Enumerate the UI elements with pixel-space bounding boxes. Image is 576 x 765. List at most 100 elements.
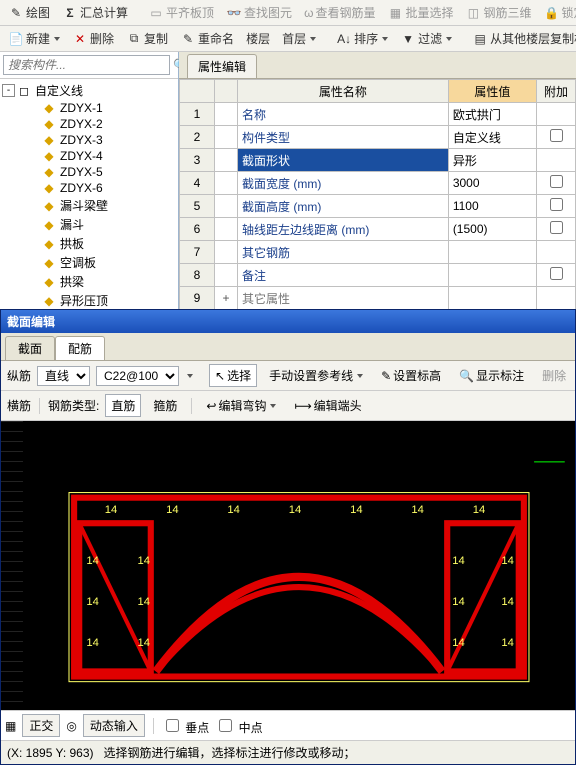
tree-item[interactable]: ◆空调板 (0, 253, 178, 272)
prop-value-cell[interactable]: 1100 (448, 195, 536, 218)
tree-item-label[interactable]: ZDYX-4 (58, 149, 105, 163)
tree-item[interactable]: ◆ZDYX-6 (0, 180, 178, 196)
editor-delete-button[interactable]: 删除 (536, 364, 572, 387)
perp-snap-toggle[interactable]: 垂点 (162, 716, 209, 736)
tree-item[interactable]: ◆拱梁 (0, 272, 178, 291)
rebar-spec-select[interactable]: C22@100 (96, 366, 179, 386)
tree-item[interactable]: ◆ZDYX-4 (0, 148, 178, 164)
prop-value-cell[interactable]: 自定义线 (448, 126, 536, 149)
extra-checkbox[interactable] (550, 221, 563, 234)
set-elevation-button[interactable]: ✎设置标高 (375, 364, 447, 387)
extra-checkbox[interactable] (550, 175, 563, 188)
expand-toggle[interactable]: + (215, 287, 238, 310)
straight-bar-button[interactable]: 直筋 (105, 394, 141, 417)
extra-checkbox[interactable] (550, 129, 563, 142)
select-tool-button[interactable]: ↖选择 (209, 364, 257, 387)
tree-item-label[interactable]: 拱梁 (58, 273, 86, 290)
floor-select[interactable]: 首层 (278, 28, 320, 49)
drawing-menu[interactable]: ✎绘图 (4, 2, 54, 23)
tree-item[interactable]: ◆ZDYX-5 (0, 164, 178, 180)
extra-checkbox[interactable] (550, 198, 563, 211)
tree-item-label[interactable]: ZDYX-2 (58, 117, 105, 131)
edit-hook-button[interactable]: ↩编辑弯钩 (200, 394, 282, 417)
copy-from-floor-button[interactable]: ▤从其他楼层复制构 (468, 28, 576, 49)
tree-item[interactable]: ◆ZDYX-3 (0, 132, 178, 148)
show-annotation-button[interactable]: 🔍显示标注 (453, 364, 530, 387)
extra-checkbox[interactable] (550, 267, 563, 280)
property-row[interactable]: 8备注 (180, 264, 576, 287)
long-bar-type-select[interactable]: 直线 (37, 366, 90, 386)
tree-item-label[interactable]: 空调板 (58, 254, 98, 271)
tree-item-label[interactable]: ZDYX-1 (58, 101, 105, 115)
property-row[interactable]: 4截面宽度 (mm)3000 (180, 172, 576, 195)
tree-item[interactable]: ◆ZDYX-2 (0, 116, 178, 132)
new-button[interactable]: 📄新建 (4, 28, 64, 49)
batch-select-button[interactable]: ▦批量选择 (383, 2, 457, 23)
prop-value-cell[interactable] (448, 241, 536, 264)
property-row[interactable]: 3截面形状异形 (180, 149, 576, 172)
property-row[interactable]: 9+其它属性 (180, 287, 576, 310)
property-row[interactable]: 7其它钢筋 (180, 241, 576, 264)
new-icon: 📄 (8, 31, 24, 47)
prop-value-cell[interactable]: (1500) (448, 218, 536, 241)
section-editor-title[interactable]: 截面编辑 (1, 310, 575, 333)
drawing-canvas[interactable]: 14 14 14 14 14 14 14 14 14 14 14 14 14 1… (1, 421, 575, 710)
tree-item[interactable]: ◆拱板 (0, 234, 178, 253)
tree-item[interactable]: ◆ZDYX-1 (0, 100, 178, 116)
search-input[interactable] (3, 55, 170, 75)
tree-collapse-icon[interactable]: - (2, 84, 15, 97)
delete-button[interactable]: ✕删除 (68, 28, 118, 49)
edit-end-button[interactable]: ⟼编辑端头 (288, 394, 367, 417)
sort-button[interactable]: A↓排序 (332, 28, 392, 49)
component-tree[interactable]: -◻自定义线◆ZDYX-1◆ZDYX-2◆ZDYX-3◆ZDYX-4◆ZDYX-… (0, 79, 178, 309)
tree-item-label[interactable]: 拱板 (58, 235, 86, 252)
chevron-down-icon (357, 374, 363, 378)
filter-button[interactable]: ▼过滤 (396, 28, 456, 49)
col-rownum (180, 80, 215, 103)
stirrup-button[interactable]: 箍筋 (147, 394, 183, 417)
prop-name-cell: 其它钢筋 (238, 241, 449, 264)
tab-property-edit[interactable]: 属性编辑 (187, 54, 257, 78)
manual-ref-button[interactable]: 手动设置参考线 (263, 364, 369, 387)
tree-item-label[interactable]: ZDYX-3 (58, 133, 105, 147)
lock-button[interactable]: 🔒锁定 (539, 2, 576, 23)
copy-button[interactable]: ⧉复制 (122, 28, 172, 49)
chevron-down-icon (54, 37, 60, 41)
view-rebar-button[interactable]: ω查看钢筋量 (300, 2, 379, 23)
prop-value-cell[interactable] (448, 287, 536, 310)
prop-value-cell[interactable] (448, 264, 536, 287)
flatten-button[interactable]: ▭平齐板顶 (144, 2, 218, 23)
dynamic-input-toggle[interactable]: 动态输入 (83, 714, 145, 737)
property-row[interactable]: 6轴线距左边线距离 (mm)(1500) (180, 218, 576, 241)
expand-toggle (215, 264, 238, 287)
editor-toolbar-2: 横筋 钢筋类型: 直筋 箍筋 ↩编辑弯钩 ⟼编辑端头 (1, 391, 575, 421)
property-row[interactable]: 5截面高度 (mm)1100 (180, 195, 576, 218)
tab-rebar[interactable]: 配筋 (55, 336, 105, 360)
rebar-3d-button[interactable]: ◫钢筋三维 (461, 2, 535, 23)
tree-root-label[interactable]: 自定义线 (33, 82, 85, 99)
find-elem-button[interactable]: 👓查找图元 (222, 2, 296, 23)
target-icon[interactable]: ◎ (66, 719, 76, 733)
tree-item-label[interactable]: 漏斗 (58, 216, 86, 233)
tree-item-label[interactable]: 漏斗梁壁 (58, 197, 110, 214)
prop-value-cell[interactable]: 欧式拱门 (448, 103, 536, 126)
tree-item[interactable]: ◆漏斗梁壁 (0, 196, 178, 215)
separator (153, 718, 154, 734)
rename-button[interactable]: ✎重命名 (176, 28, 238, 49)
property-row[interactable]: 1名称欧式拱门 (180, 103, 576, 126)
grid-icon[interactable]: ▦ (5, 719, 16, 733)
prop-name-cell: 其它属性 (238, 287, 449, 310)
property-row[interactable]: 2构件类型自定义线 (180, 126, 576, 149)
svg-text:14: 14 (227, 504, 240, 516)
midpoint-snap-toggle[interactable]: 中点 (215, 716, 262, 736)
tree-item[interactable]: ◆异形压顶 (0, 291, 178, 309)
prop-value-cell[interactable]: 异形 (448, 149, 536, 172)
summary-menu[interactable]: Σ汇总计算 (58, 2, 132, 23)
tree-item-label[interactable]: ZDYX-5 (58, 165, 105, 179)
ortho-toggle[interactable]: 正交 (22, 714, 60, 737)
tree-item[interactable]: ◆漏斗 (0, 215, 178, 234)
prop-value-cell[interactable]: 3000 (448, 172, 536, 195)
tree-item-label[interactable]: 异形压顶 (58, 292, 110, 309)
tree-item-label[interactable]: ZDYX-6 (58, 181, 105, 195)
tab-section[interactable]: 截面 (5, 336, 55, 360)
